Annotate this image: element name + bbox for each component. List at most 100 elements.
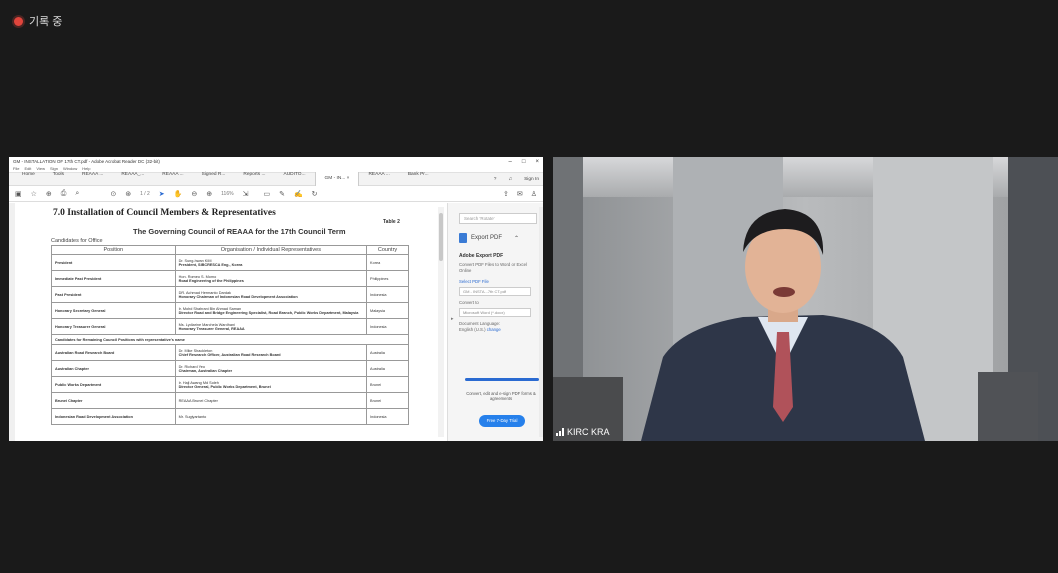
document-tab[interactable]: Bank Pr...: [399, 172, 438, 186]
file-field[interactable]: GM - INSTA...7th CT.pdf: [459, 287, 531, 296]
organisation-cell: Ir. Hajl Awang Md Soleh Director General,…: [174, 376, 368, 393]
organisation-cell: Mr. Sugiyartanto: [174, 408, 368, 425]
document-tab[interactable]: AUDITO...: [275, 172, 315, 186]
close-icon[interactable]: ×: [535, 159, 539, 165]
organisation-cell: DR. Achmad Hermanto Dardak Honorary Chair…: [174, 286, 368, 303]
search-input[interactable]: Search 'Rotate': [459, 213, 537, 224]
position-cell: Public Works Department: [51, 376, 176, 393]
page-indicator[interactable]: 1 / 2: [140, 191, 150, 197]
section-heading: 7.0 Installation of Council Members & Re…: [53, 208, 276, 218]
sign-icon[interactable]: ✍: [294, 190, 303, 198]
chevron-up-icon[interactable]: ⌃: [514, 235, 519, 242]
hand-icon[interactable]: ✋: [174, 190, 183, 198]
convert-promo: Convert, edit and e-sign PDF forms & agr…: [466, 391, 536, 401]
document-tab[interactable]: REAAA ...: [73, 172, 112, 186]
recording-label: 기록 중: [29, 16, 63, 28]
comment-icon[interactable]: ▭: [263, 190, 270, 198]
star-icon[interactable]: ☆: [31, 190, 37, 198]
pdf-icon: [459, 233, 467, 243]
shared-screen[interactable]: GM - INSTALLATION OF 17th CT.pdf - Adobe…: [9, 157, 543, 441]
zoom-in-icon[interactable]: ⊕: [206, 190, 212, 198]
rep-name: Dr. Richard Yeo: [178, 364, 206, 369]
format-select[interactable]: Microsoft Word (*.docx): [459, 308, 531, 317]
table-number: Table 2: [383, 219, 400, 225]
record-icon: [14, 16, 23, 26]
bell-icon[interactable]: ♫: [508, 177, 512, 182]
participant-name: KIRC KRA: [567, 427, 610, 437]
document-tab[interactable]: REAAA ...: [359, 172, 398, 186]
share-icon[interactable]: ⇪: [503, 190, 509, 198]
column-header: Organisation / Individual Representative…: [174, 245, 368, 255]
save-icon[interactable]: ▣: [15, 190, 22, 198]
pane-scrollbar[interactable]: [539, 207, 543, 437]
fit-page-icon[interactable]: ⇲: [243, 190, 249, 198]
rep-title: Director Road and Bridge Engineering Spe…: [178, 310, 359, 315]
page-up-icon[interactable]: ⊙: [110, 190, 116, 198]
user-add-icon[interactable]: ♙: [531, 190, 537, 198]
rep-title: Chief Research Officer, Australian Road …: [178, 352, 281, 357]
position-cell: Honorary Secretary General: [51, 302, 176, 319]
zoom-level[interactable]: 116%: [221, 191, 233, 197]
position-cell: Australian Road Research Board: [51, 344, 176, 361]
rep-title: President, SIBCRESCA Eng., Korea: [178, 262, 243, 267]
rep-name: Mr. Sugiyartanto: [178, 414, 207, 419]
document-page[interactable]: 7.0 Installation of Council Members & Re…: [9, 203, 447, 441]
document-tab[interactable]: REAAA ...: [153, 172, 192, 186]
organisation-cell: Ir. Mohd Shahrani Bin Ahmad Saman Directo…: [174, 302, 368, 319]
convert-button[interactable]: [465, 378, 539, 381]
position-cell: Australian Chapter: [51, 360, 176, 377]
minimize-icon[interactable]: –: [509, 159, 512, 165]
table-row: President Dr. Sung-hwan KIM President, SIB…: [51, 254, 409, 271]
document-scrollbar[interactable]: [438, 207, 444, 437]
collapse-arrow-icon[interactable]: ▸: [451, 316, 454, 322]
participant-video[interactable]: [553, 157, 1058, 441]
select-cursor-icon[interactable]: ➤: [159, 190, 165, 198]
change-link[interactable]: change: [487, 327, 501, 332]
panel-title: Adobe Export PDF: [459, 253, 504, 259]
mail-icon[interactable]: ✉: [517, 190, 523, 198]
rep-title: Road Engineering of the Philippines: [178, 278, 244, 283]
export-pdf-button[interactable]: Export PDF ⌃: [459, 233, 519, 243]
export-panel: Adobe Export PDF Convert PDF Files to Wo…: [459, 253, 539, 333]
upload-icon[interactable]: ⊕: [46, 190, 52, 198]
zoom-out-icon[interactable]: ⊖: [191, 190, 197, 198]
document-tab[interactable]: REAAA_...: [112, 172, 153, 186]
table-title: The Governing Council of REAAA for the 1…: [133, 227, 346, 236]
document-tab[interactable]: Reports ...: [234, 172, 274, 186]
document-tab[interactable]: GM - IN... ×: [314, 172, 360, 186]
language-value: English (U.S.): [459, 327, 486, 332]
page-down-icon[interactable]: ⊛: [125, 190, 131, 198]
country-cell: Indonesia: [366, 286, 409, 303]
rotate-icon[interactable]: ↻: [312, 190, 318, 198]
print-icon[interactable]: ⎙: [61, 190, 67, 198]
help-icon[interactable]: ?: [494, 177, 497, 182]
organisation-cell: Dr. Richard Yeo Chairman, Australian Chap…: [174, 360, 368, 377]
position-cell: Honorary Treasurer General: [51, 318, 176, 335]
position-cell: Past President: [51, 286, 176, 303]
section-row: Candidates for Remaining Council Positio…: [51, 334, 409, 345]
participant-name-label: KIRC KRA: [556, 427, 610, 437]
free-trial-button[interactable]: Free 7-Day Trial: [479, 415, 525, 427]
maximize-icon[interactable]: □: [522, 159, 526, 165]
search-icon[interactable]: ⌕: [75, 190, 79, 198]
position-cell: Indonesian Road Development Association: [51, 408, 176, 425]
highlight-icon[interactable]: ✎: [279, 190, 285, 198]
sign-in-link[interactable]: Sign In: [524, 177, 539, 182]
rep-name: Ir. Mohd Shahrani Bin Ahmad Saman: [178, 306, 242, 311]
country-cell: Malaysia: [366, 302, 409, 319]
select-file-label: Select PDF File: [459, 279, 489, 284]
panel-description: Convert PDF Files to Word or Excel Onlin…: [459, 262, 527, 273]
document-tab[interactable]: Signed R...: [193, 172, 235, 186]
acrobat-toolbar: ▣ ☆ ⊕ ⎙ ⌕ ⊙ ⊛ 1 / 2 ➤ ✋ ⊖ ⊕ 116% ⇲ ▭ ✎ ✍…: [9, 186, 543, 202]
left-nav-strip: [9, 203, 15, 441]
document-tab[interactable]: Tools: [44, 172, 73, 186]
country-cell: Australia: [366, 344, 409, 361]
column-header: Country: [366, 245, 409, 255]
rep-name: Ms. Lydiarine Marchela Wardhani: [178, 322, 235, 327]
document-tab[interactable]: Home: [13, 172, 44, 186]
table-row: Public Works Department Ir. Hajl Awang Md…: [51, 376, 409, 393]
scroll-thumb[interactable]: [439, 213, 443, 261]
council-table: Position Organisation / Individual Repre…: [51, 245, 409, 425]
tab-bar: Home Tools REAAA ... REAAA_... REAAA ... Sign…: [9, 172, 543, 186]
country-cell: Indonesia: [366, 318, 409, 335]
